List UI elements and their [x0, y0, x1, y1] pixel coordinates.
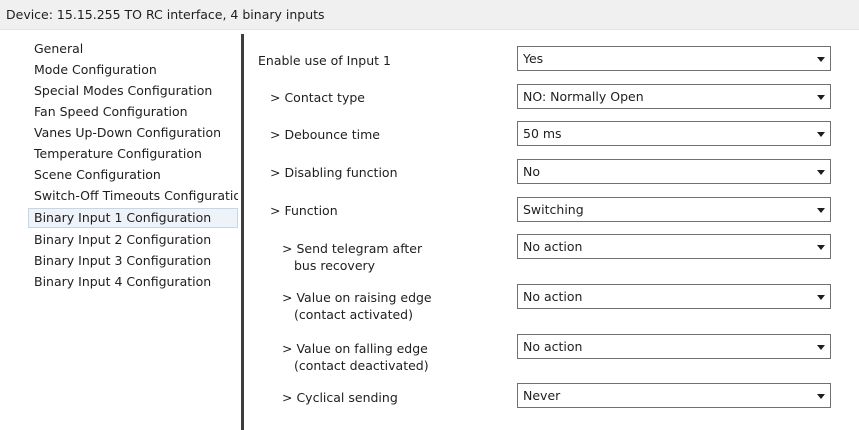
param-label-falling-edge-line2: (contact deactivated) — [294, 358, 429, 373]
chevron-down-icon — [817, 57, 825, 62]
param-label-contact-type: > Contact type — [270, 90, 365, 105]
dropdown-value: No action — [523, 239, 583, 254]
param-label-function: > Function — [270, 203, 338, 218]
sidebar-item-binary-input-1-configuration[interactable]: Binary Input 1 Configuration — [28, 208, 238, 228]
sidebar-item-switch-off-timeouts-configuration[interactable]: Switch-Off Timeouts Configuration — [28, 186, 238, 206]
enable-input-dropdown[interactable]: Yes — [517, 46, 831, 71]
sidebar-item-scene-configuration[interactable]: Scene Configuration — [28, 165, 238, 185]
chevron-down-icon — [817, 345, 825, 350]
parameter-window: Device: 15.15.255 TO RC interface, 4 bin… — [0, 0, 859, 430]
dropdown-value: Yes — [523, 51, 544, 66]
sidebar-item-binary-input-3-configuration[interactable]: Binary Input 3 Configuration — [28, 251, 238, 271]
sidebar-item-special-modes-configuration[interactable]: Special Modes Configuration — [28, 81, 238, 101]
param-label-send-telegram: > Send telegram after — [282, 241, 423, 256]
chevron-down-icon — [817, 132, 825, 137]
param-label-raising-edge: > Value on raising edge — [282, 290, 432, 305]
sidebar-item-binary-input-4-configuration[interactable]: Binary Input 4 Configuration — [28, 272, 238, 292]
contact-type-dropdown[interactable]: NO: Normally Open — [517, 84, 831, 109]
raising-edge-dropdown[interactable]: No action — [517, 284, 831, 309]
debounce-time-dropdown[interactable]: 50 ms — [517, 121, 831, 146]
dropdown-value: NO: Normally Open — [523, 89, 644, 104]
sidebar-item-mode-configuration[interactable]: Mode Configuration — [28, 60, 238, 80]
falling-edge-dropdown[interactable]: No action — [517, 334, 831, 359]
disabling-function-dropdown[interactable]: No — [517, 159, 831, 184]
panel-divider[interactable] — [241, 34, 244, 430]
chevron-down-icon — [817, 245, 825, 250]
sidebar: General Mode Configuration Special Modes… — [0, 30, 240, 430]
dropdown-value: No action — [523, 339, 583, 354]
chevron-down-icon — [817, 394, 825, 399]
dropdown-value: No — [523, 164, 540, 179]
send-telegram-dropdown[interactable]: No action — [517, 234, 831, 259]
device-title: Device: 15.15.255 TO RC interface, 4 bin… — [6, 7, 325, 22]
cyclical-sending-dropdown[interactable]: Never — [517, 383, 831, 408]
chevron-down-icon — [817, 208, 825, 213]
dropdown-value: Switching — [523, 202, 584, 217]
dropdown-value: Never — [523, 388, 561, 403]
param-label-send-telegram-line2: bus recovery — [294, 258, 376, 273]
param-label-disabling-function: > Disabling function — [270, 165, 398, 180]
sidebar-item-general[interactable]: General — [28, 39, 238, 59]
sidebar-item-fan-speed-configuration[interactable]: Fan Speed Configuration — [28, 102, 238, 122]
param-label-debounce-time: > Debounce time — [270, 127, 380, 142]
sidebar-item-vanes-up-down-configuration[interactable]: Vanes Up-Down Configuration — [28, 123, 238, 143]
dropdown-value: 50 ms — [523, 126, 562, 141]
chevron-down-icon — [817, 170, 825, 175]
param-label-enable-input: Enable use of Input 1 — [258, 53, 391, 68]
param-label-cyclical-sending: > Cyclical sending — [282, 390, 398, 405]
sidebar-item-binary-input-2-configuration[interactable]: Binary Input 2 Configuration — [28, 230, 238, 250]
chevron-down-icon — [817, 95, 825, 100]
dropdown-value: No action — [523, 289, 583, 304]
chevron-down-icon — [817, 295, 825, 300]
function-dropdown[interactable]: Switching — [517, 197, 831, 222]
sidebar-item-temperature-configuration[interactable]: Temperature Configuration — [28, 144, 238, 164]
param-label-raising-edge-line2: (contact activated) — [294, 307, 413, 322]
title-bar: Device: 15.15.255 TO RC interface, 4 bin… — [0, 0, 859, 30]
param-label-falling-edge: > Value on falling edge — [282, 341, 428, 356]
